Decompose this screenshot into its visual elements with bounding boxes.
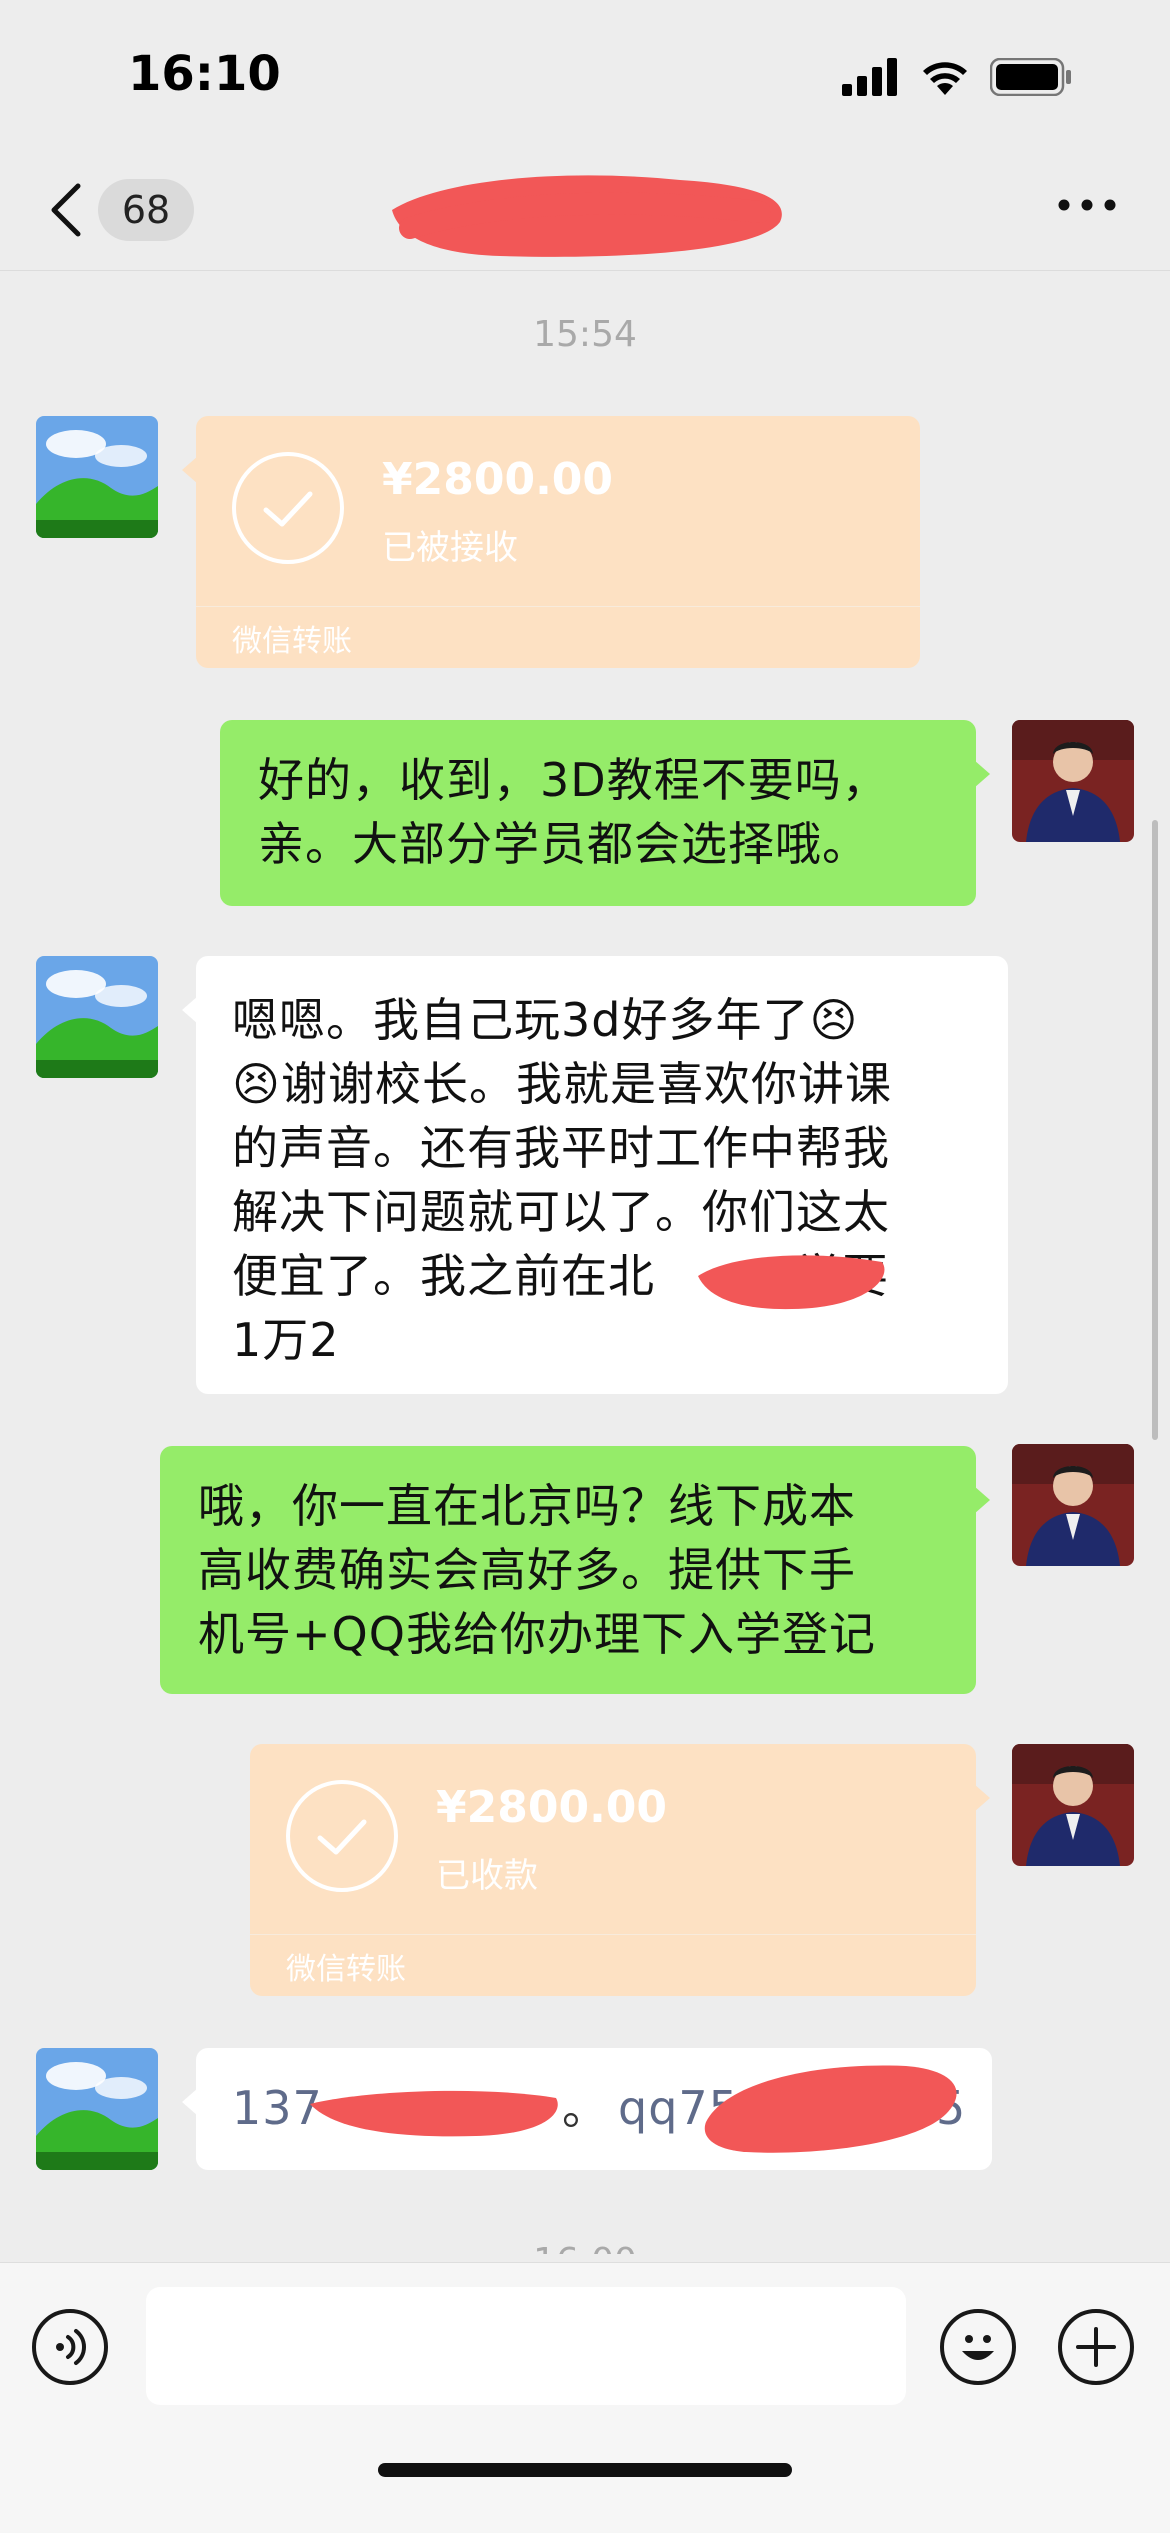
qq-redaction <box>704 2065 957 2153</box>
scrollbar[interactable] <box>1152 820 1158 1440</box>
status-bar: 16:10 <box>0 0 1170 150</box>
message-line-redacted: 便宜了。我之前在北学要 <box>232 1244 972 1310</box>
redaction-scribble <box>698 1255 885 1310</box>
unread-count-badge[interactable]: 68 <box>98 179 194 241</box>
transfer-amount: ¥2800.00 <box>436 1782 668 1833</box>
wifi-icon <box>923 62 967 95</box>
message-line: 的声音。还有我平时工作中帮我 <box>232 1121 890 1175</box>
emoji-icon[interactable] <box>940 2309 1016 2385</box>
check-circle-icon <box>286 1780 398 1892</box>
message-line: 解决下问题就可以了。你们这太 <box>232 1185 890 1239</box>
outgoing-message[interactable]: 好的，收到，3D教程不要吗， 亲。大部分学员都会选择哦。 <box>220 720 990 906</box>
transfer-divider <box>250 1934 976 1935</box>
my-avatar[interactable] <box>1012 1444 1134 1566</box>
message-line: 机号+QQ我给你办理下入学登记 <box>198 1607 876 1661</box>
my-avatar[interactable] <box>1012 1744 1134 1866</box>
message-timestamp: 15:54 <box>533 314 637 355</box>
chat-header: 68 <box>0 150 1170 271</box>
transfer-card-collected[interactable]: ¥2800.00 已收款 微信转账 <box>250 1744 990 1996</box>
message-fragment: 便宜了。我之前在北 <box>232 1249 655 1303</box>
contact-avatar[interactable] <box>36 956 158 1078</box>
message-line: 高收费确实会高好多。提供下手 <box>198 1543 856 1597</box>
message-line: 哦，你一直在北京吗？线下成本 <box>198 1479 856 1533</box>
phone-redaction <box>310 2090 558 2137</box>
home-indicator[interactable] <box>378 2463 792 2477</box>
message-timestamp-partial: 16:00 <box>0 2232 1170 2254</box>
message-line: 好的，收到，3D教程不要吗， <box>258 753 889 807</box>
message-line: 😣谢谢校长。我就是喜欢你讲课 <box>232 1057 892 1111</box>
contact-avatar[interactable] <box>36 2048 158 2170</box>
transfer-footer: 微信转账 <box>232 624 352 659</box>
add-more-icon[interactable] <box>1058 2309 1134 2385</box>
back-chevron-icon[interactable] <box>44 180 94 240</box>
status-time: 16:10 <box>128 46 281 102</box>
transfer-status: 已被接收 <box>382 528 518 568</box>
signal-icon <box>842 58 897 96</box>
message-line: 1万2 <box>232 1313 340 1367</box>
my-avatar[interactable] <box>1012 720 1134 842</box>
transfer-amount: ¥2800.00 <box>382 454 614 505</box>
separator: 。 <box>562 2081 609 2135</box>
more-options-icon[interactable] <box>1056 190 1118 220</box>
incoming-message[interactable]: 嗯嗯。我自己玩3d好多年了😣 😣谢谢校长。我就是喜欢你讲课 的声音。还有我平时工… <box>182 956 1008 1394</box>
transfer-divider <box>196 606 920 607</box>
incoming-message-contact-info[interactable]: 137 。 qq75 5 <box>182 2048 992 2170</box>
status-icons <box>842 58 1072 96</box>
contact-avatar[interactable] <box>36 416 158 538</box>
message-line: 嗯嗯。我自己玩3d好多年了😣 <box>232 993 859 1047</box>
input-bar <box>0 2262 1170 2533</box>
message-line: 亲。大部分学员都会选择哦。 <box>258 817 869 871</box>
check-circle-icon <box>232 452 344 564</box>
battery-icon <box>990 58 1071 96</box>
contact-name-redaction <box>392 175 782 257</box>
transfer-status: 已收款 <box>436 1856 538 1896</box>
transfer-footer: 微信转账 <box>286 1952 406 1987</box>
message-input[interactable] <box>146 2287 906 2405</box>
voice-input-icon[interactable] <box>32 2309 108 2385</box>
outgoing-message[interactable]: 哦，你一直在北京吗？线下成本 高收费确实会高好多。提供下手 机号+QQ我给你办理… <box>160 1446 990 1694</box>
transfer-card-received[interactable]: ¥2800.00 已被接收 微信转账 <box>182 416 920 668</box>
